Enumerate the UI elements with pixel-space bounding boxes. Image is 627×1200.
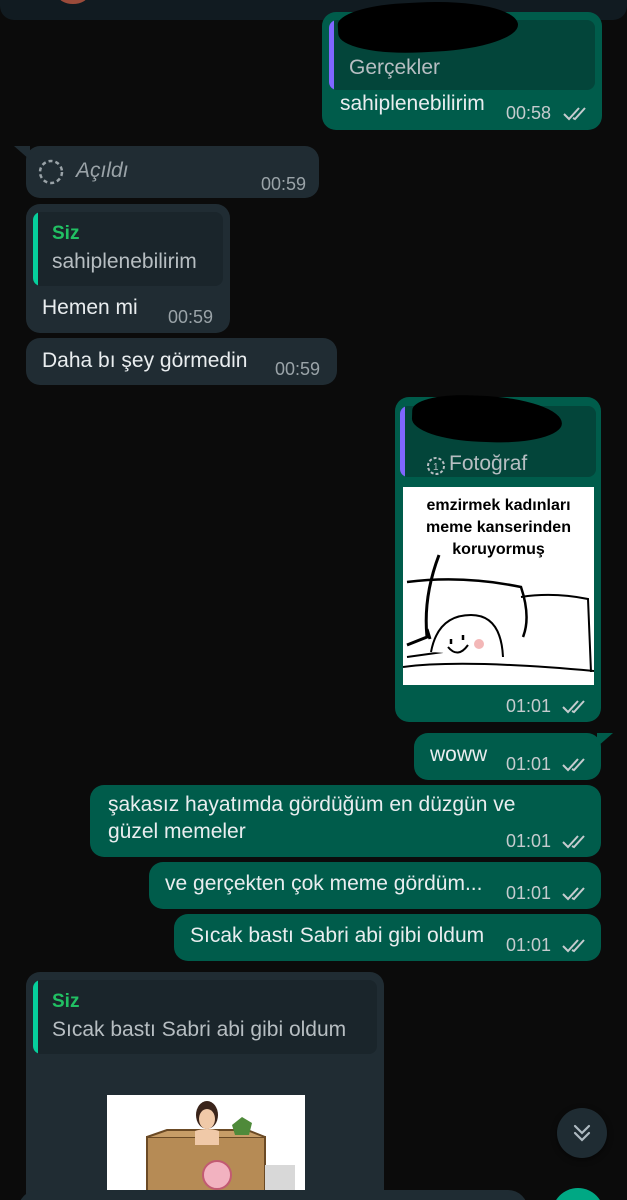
message-time: 01:01	[506, 883, 552, 903]
message-bubble-outgoing[interactable]: şakasız hayatımda gördüğüm en düzgün ve …	[90, 785, 601, 857]
double-check-icon	[562, 887, 585, 901]
message-bubble-incoming[interactable]: Siz sahiplenebilirim Hemen mi 00:59	[26, 204, 230, 333]
bubble-tail	[14, 146, 30, 160]
chevron-double-down-icon	[573, 1124, 591, 1142]
message-time: 00:58	[506, 103, 552, 123]
message-bubble-incoming[interactable]: Açıldı 00:59	[26, 146, 319, 198]
message-bubble-incoming[interactable]: Daha bı şey görmedin 00:59	[26, 338, 337, 385]
message-text: woww	[430, 743, 488, 766]
quoted-message[interactable]: Siz Sıcak bastı Sabri abi gibi oldum	[33, 980, 377, 1054]
message-input-field[interactable]	[18, 1190, 528, 1200]
message-time: 01:01	[506, 935, 552, 955]
message-time: 00:59	[168, 307, 214, 327]
quoted-message-author: Siz	[52, 991, 80, 1012]
sticker-drawing	[146, 1101, 295, 1195]
double-check-icon	[562, 939, 585, 953]
double-check-icon	[562, 758, 585, 772]
message-time: 00:59	[261, 174, 307, 194]
message-bubble-incoming[interactable]: Siz Sıcak bastı Sabri abi gibi oldum	[26, 972, 384, 1200]
quoted-message-author: Siz	[52, 223, 80, 244]
quoted-message-text: sahiplenebilirim	[52, 250, 197, 273]
bubble-tail	[597, 733, 613, 747]
double-check-icon	[562, 700, 585, 714]
double-check-icon	[562, 835, 585, 849]
message-text: Açıldı	[76, 159, 129, 182]
message-bubble-outgoing[interactable]: woww 01:01	[414, 733, 601, 780]
quoted-message-text: Gerçekler	[349, 56, 441, 79]
quote-accent-bar	[33, 980, 38, 1054]
quoted-message-text: Sıcak bastı Sabri abi gibi oldum	[52, 1018, 347, 1041]
meme-drawing	[403, 554, 594, 673]
double-check-icon	[563, 107, 586, 121]
message-time: 01:01	[506, 696, 552, 716]
meme-image[interactable]: emzirmek kadınları meme kanserinden koru…	[403, 487, 594, 685]
quote-accent-bar	[329, 20, 334, 90]
view-once-icon	[38, 159, 64, 185]
svg-text:1: 1	[433, 462, 439, 473]
message-text: güzel memeler	[108, 820, 246, 843]
message-text: ve gerçekten çok meme gördüm...	[165, 872, 483, 895]
scroll-to-bottom-button[interactable]	[557, 1108, 607, 1158]
quote-accent-bar	[400, 406, 405, 477]
mic-button[interactable]	[552, 1188, 604, 1200]
quoted-message[interactable]: Siz sahiplenebilirim	[33, 212, 223, 286]
message-time: 01:01	[506, 754, 552, 774]
sticker-image[interactable]	[107, 1095, 305, 1195]
view-once-icon: 1	[427, 457, 445, 475]
quote-accent-bar	[33, 212, 38, 286]
message-text: Sıcak bastı Sabri abi gibi oldum	[190, 924, 485, 947]
message-text: şakasız hayatımda gördüğüm en düzgün ve	[108, 793, 516, 816]
quoted-message-text: Fotoğraf	[449, 452, 528, 475]
message-text: Daha bı şey görmedin	[42, 349, 248, 372]
message-time: 00:59	[275, 359, 321, 379]
message-bubble-outgoing[interactable]: ve gerçekten çok meme gördüm... 01:01	[149, 862, 601, 909]
message-text: sahiplenebilirim	[340, 92, 485, 115]
message-bubble-outgoing[interactable]: Sıcak bastı Sabri abi gibi oldum 01:01	[174, 914, 601, 961]
message-text: Hemen mi	[42, 296, 138, 319]
message-bubble-outgoing[interactable]: 1 Fotoğraf emzirmek kadınları meme kanse…	[395, 397, 601, 722]
message-time: 01:01	[506, 831, 552, 851]
